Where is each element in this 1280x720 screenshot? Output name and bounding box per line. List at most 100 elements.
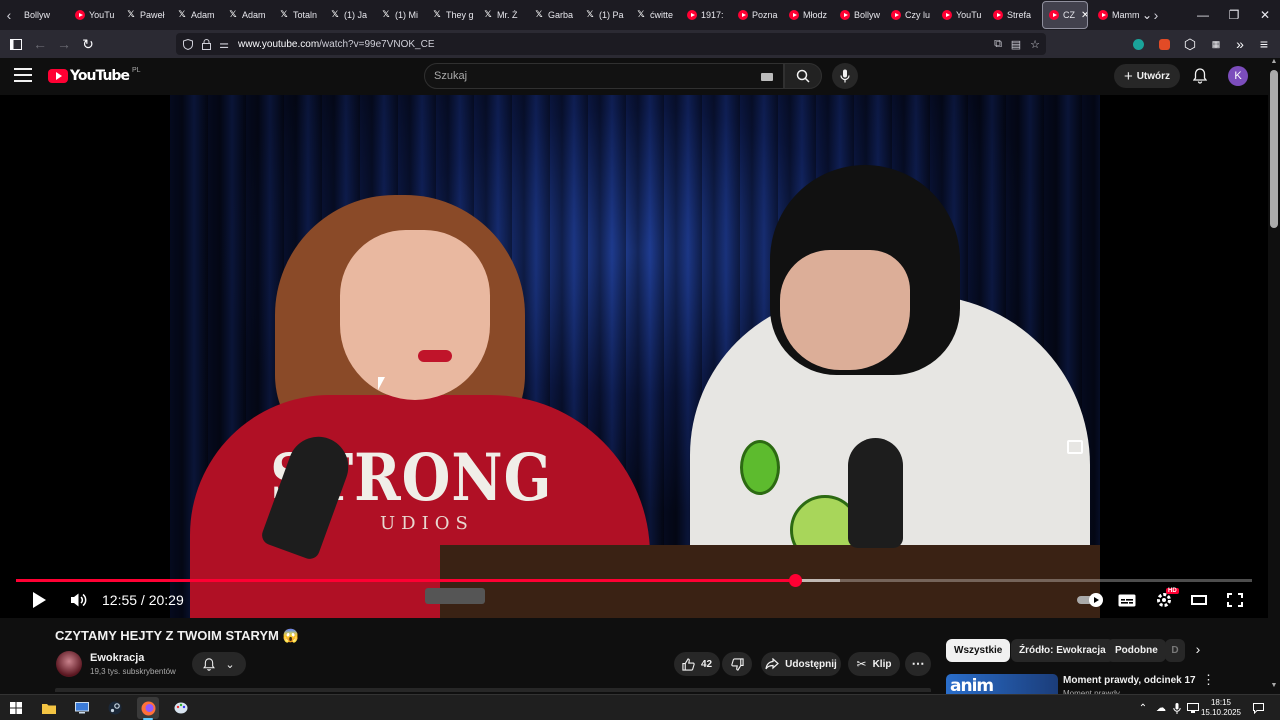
browser-tab[interactable]: Bollyw <box>834 0 885 30</box>
tray-expand-icon[interactable]: ⌃ <box>1136 699 1150 717</box>
dislike-button[interactable] <box>722 652 752 676</box>
voice-search-button[interactable] <box>832 63 858 89</box>
lock-icon[interactable] <box>198 33 214 55</box>
browser-tab[interactable]: 𝕏 Paweł <box>120 0 171 30</box>
more-vertical-icon[interactable]: ⋮ <box>1202 672 1215 690</box>
chips-next-icon[interactable]: › <box>1190 641 1206 661</box>
onedrive-icon[interactable]: ☁ <box>1153 699 1169 717</box>
shield-icon[interactable] <box>180 33 196 55</box>
create-button[interactable]: + Utwórz <box>1114 64 1180 88</box>
picture-in-picture-icon[interactable]: ⧉ <box>990 33 1006 55</box>
share-button[interactable]: Udostępnij <box>761 652 841 676</box>
remote-desktop-icon[interactable] <box>71 697 93 719</box>
video-frame[interactable]: STRONG UDIOS <box>170 95 1100 618</box>
scroll-thumb[interactable] <box>1270 70 1278 228</box>
create-label: Utwórz <box>1136 70 1171 82</box>
overflow-menu-icon[interactable]: » <box>1228 30 1252 58</box>
scroll-down-icon[interactable]: ▼ <box>1270 682 1278 689</box>
browser-tab[interactable]: Czy lu <box>885 0 936 30</box>
extension-counter-icon[interactable]: ▦ <box>1204 30 1228 58</box>
extension-shield-icon[interactable] <box>1126 30 1150 58</box>
chip-related[interactable]: Podobne <box>1107 639 1166 662</box>
search-input[interactable]: Szukaj <box>424 63 784 89</box>
forward-icon[interactable]: → <box>52 30 76 58</box>
browser-tab[interactable]: 𝕏 (1) Pa <box>579 0 630 30</box>
browser-tab[interactable]: 𝕏 They g <box>426 0 477 30</box>
reader-view-icon[interactable]: ▤ <box>1008 33 1024 55</box>
settings-button[interactable]: HD <box>1150 585 1179 615</box>
tab-close-icon[interactable]: ✕ <box>1081 10 1087 21</box>
browser-tab[interactable]: 𝕏 Adam <box>222 0 273 30</box>
browser-tab[interactable]: Młodz <box>783 0 834 30</box>
browser-tab[interactable]: 𝕏ćwitte <box>630 0 681 30</box>
url-text[interactable]: www.youtube.com/watch?v=99e7VNOK_CE <box>238 39 435 50</box>
notifications-icon[interactable] <box>1250 699 1266 717</box>
browser-tab[interactable]: Pozna <box>732 0 783 30</box>
browser-tab[interactable]: 𝕏 (1) Mi <box>375 0 426 30</box>
subscription-bell-button[interactable]: ⌄ <box>192 652 246 676</box>
bookmark-star-icon[interactable]: ☆ <box>1027 33 1043 55</box>
tab-label: Paweł <box>140 10 165 20</box>
search-button[interactable] <box>784 63 822 89</box>
guide-menu-icon[interactable] <box>14 68 32 82</box>
app-menu-icon[interactable]: ≡ <box>1252 30 1276 58</box>
search-icon <box>796 69 810 83</box>
fullscreen-button[interactable] <box>1222 585 1248 615</box>
extensions-puzzle-icon[interactable]: ⬡ <box>1178 30 1202 58</box>
progress-bar[interactable] <box>16 574 1252 587</box>
microphone-tray-icon[interactable] <box>1170 699 1184 717</box>
chip-all[interactable]: Wszystkie <box>946 639 1011 662</box>
paint-app-icon[interactable] <box>170 697 192 719</box>
browser-tab[interactable]: 𝕏 Adam <box>171 0 222 30</box>
browser-tab[interactable]: 𝕏 Garba <box>528 0 579 30</box>
like-button[interactable]: 42 <box>674 652 720 676</box>
window-close-icon[interactable]: ✕ <box>1250 0 1280 30</box>
file-explorer-icon[interactable] <box>38 697 60 719</box>
page-scrollbar[interactable]: ▲ ▼ <box>1268 58 1280 694</box>
firefox-icon[interactable] <box>137 697 159 719</box>
channel-name[interactable]: Ewokracja <box>90 652 144 664</box>
restore-icon[interactable]: ❐ <box>1219 0 1249 30</box>
autoplay-toggle[interactable] <box>1074 585 1106 615</box>
steam-icon[interactable] <box>104 697 126 719</box>
volume-button[interactable] <box>66 585 92 615</box>
tab-list-dropdown-icon[interactable]: ⌄ <box>1132 0 1162 30</box>
minimize-icon[interactable]: — <box>1188 0 1218 30</box>
browser-tab[interactable]: 𝕏 (1) Ja <box>324 0 375 30</box>
recommendation-title[interactable]: Moment prawdy, odcinek 17 <box>1063 675 1196 686</box>
channel-avatar[interactable] <box>56 651 82 677</box>
more-actions-button[interactable]: ⋯ <box>905 652 931 676</box>
url-bar[interactable]: ⚌ www.youtube.com/watch?v=99e7VNOK_CE ⧉ … <box>176 33 1046 55</box>
browser-tab[interactable]: 𝕏 Totaln <box>273 0 324 30</box>
account-avatar[interactable]: K <box>1228 66 1248 86</box>
subtitles-button[interactable] <box>1114 585 1140 615</box>
browser-tab-active[interactable]: CZ ✕ <box>1042 1 1088 29</box>
video-player[interactable]: STRONG UDIOS 12:55 / 20:29 HD <box>0 95 1268 618</box>
chip-source-channel[interactable]: Źródło: Ewokracja <box>1011 639 1114 662</box>
keyboard-icon[interactable] <box>761 73 773 81</box>
extension-fox-icon[interactable] <box>1152 30 1176 58</box>
system-clock[interactable]: 18:15 15.10.2025 <box>1198 698 1244 718</box>
miniplayer-icon[interactable] <box>1067 440 1083 454</box>
reload-icon[interactable]: ↻ <box>76 30 100 58</box>
theater-mode-button[interactable] <box>1186 585 1212 615</box>
notifications-bell-icon[interactable] <box>1190 66 1210 86</box>
browser-tab[interactable]: YouTu <box>69 0 120 30</box>
recommendation-thumbnail[interactable]: anim <box>946 674 1058 694</box>
browser-tab[interactable]: 1917: <box>681 0 732 30</box>
scroll-up-icon[interactable]: ▲ <box>1270 58 1278 65</box>
description-box[interactable] <box>55 688 931 692</box>
browser-tab[interactable]: Strefa <box>987 0 1038 30</box>
sidebar-toggle-icon[interactable] <box>4 30 28 58</box>
back-icon[interactable]: ← <box>28 30 52 58</box>
play-button[interactable] <box>26 585 52 615</box>
chip-more[interactable]: D <box>1165 639 1185 662</box>
browser-tab[interactable]: Bollyw <box>18 0 69 30</box>
permissions-icon[interactable]: ⚌ <box>216 33 232 55</box>
youtube-logo[interactable]: YouTube PL <box>48 67 141 84</box>
browser-tab[interactable]: 𝕏 Mr. Ż <box>477 0 528 30</box>
tabs-scroll-left-icon[interactable]: ‹ <box>0 0 18 30</box>
windows-start-icon[interactable] <box>5 697 27 719</box>
clip-button[interactable]: ✂ Klip <box>848 652 900 676</box>
browser-tab[interactable]: YouTu <box>936 0 987 30</box>
